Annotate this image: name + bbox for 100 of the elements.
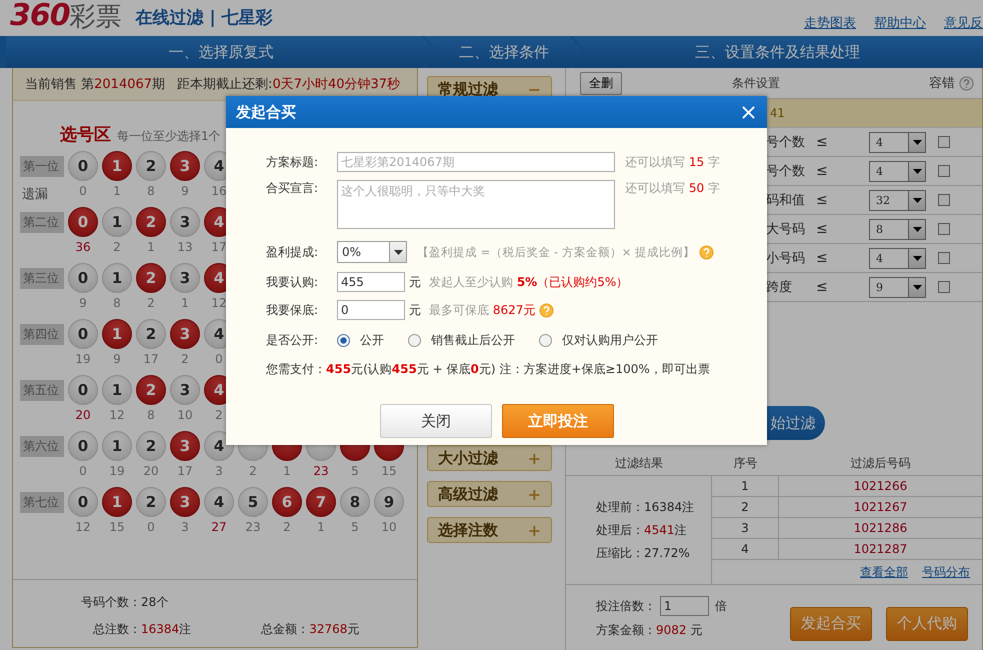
number-ball[interactable]: 1 (102, 207, 132, 237)
radio-button[interactable] (337, 334, 350, 347)
help-icon[interactable] (959, 76, 974, 90)
tolerance-checkbox[interactable] (938, 281, 950, 293)
dropdown-arrow-icon (394, 250, 402, 254)
number-ball[interactable]: 3 (170, 487, 200, 517)
number-ball[interactable]: 0 (68, 375, 98, 405)
value-select[interactable]: 4 (869, 160, 926, 182)
number-ball[interactable]: 1 (102, 487, 132, 517)
number-ball[interactable]: 0 (68, 487, 98, 517)
result-link[interactable]: 查看全部 (860, 564, 908, 580)
number-ball[interactable]: 2 (136, 375, 166, 405)
header-link[interactable]: 意见反 (944, 14, 983, 32)
section-title: 选号区 (60, 124, 111, 146)
miss-count: 17 (143, 352, 159, 366)
header-link[interactable]: 帮助中心 (874, 14, 926, 32)
radio-button[interactable] (408, 334, 421, 347)
number-ball[interactable]: 2 (136, 431, 166, 461)
number-ball[interactable]: 2 (136, 487, 166, 517)
value-select[interactable]: 4 (869, 132, 926, 152)
number-ball[interactable]: 4 (204, 487, 234, 517)
number-ball[interactable]: 8 (340, 487, 370, 517)
radio-button[interactable] (539, 334, 552, 347)
number-ball[interactable]: 1 (102, 431, 132, 461)
multiple-label: 投注倍数： (596, 598, 656, 614)
banner-text: 41 (770, 106, 784, 120)
subscribe-field[interactable]: 455 (337, 272, 405, 292)
stat-text: 处理前：16384注 (596, 498, 696, 516)
miss-count: 12 (211, 296, 227, 310)
dropdown-arrow-icon (912, 226, 922, 232)
number-ball[interactable]: 0 (68, 263, 98, 293)
tolerance-checkbox[interactable] (938, 252, 950, 264)
number-ball[interactable]: 3 (170, 431, 200, 461)
number-ball[interactable]: 2 (136, 151, 166, 181)
operator: ≤ (815, 250, 829, 266)
close-icon[interactable] (742, 106, 755, 118)
value-select[interactable]: 32 (869, 190, 926, 210)
number-ball[interactable]: 3 (170, 263, 200, 293)
number-ball[interactable]: 0 (68, 319, 98, 349)
number-ball[interactable]: 3 (170, 151, 200, 181)
field-label: 盈利提成: (266, 244, 320, 260)
number-ball[interactable]: 2 (136, 207, 166, 237)
commission-select[interactable]: 0% (337, 241, 407, 263)
tolerance-checkbox[interactable] (938, 223, 950, 235)
number-ball[interactable]: 0 (68, 151, 98, 181)
number-ball[interactable]: 2 (136, 263, 166, 293)
tolerance-checkbox[interactable] (938, 194, 950, 206)
slogan-field[interactable]: 这个人很聪明，只等中大奖 (337, 180, 615, 229)
number-ball[interactable]: 1 (102, 319, 132, 349)
number-ball[interactable]: 1 (102, 375, 132, 405)
formula-text: 【盈利提成 =（税后奖金 - 方案金额）× 提成比例】 (417, 244, 696, 260)
number-ball[interactable]: 7 (306, 487, 336, 517)
delete-all-button[interactable]: 全删 (580, 72, 622, 94)
condition-name: 小号码 (766, 250, 806, 267)
miss-count: 1 (283, 464, 291, 478)
number-ball[interactable]: 6 (272, 487, 302, 517)
help-icon[interactable] (539, 302, 554, 318)
tolerance-checkbox[interactable] (938, 136, 950, 148)
column-header: 条件设置 (732, 74, 780, 92)
number-ball[interactable]: 3 (170, 375, 200, 405)
miss-count: 12 (109, 408, 125, 422)
plan-title-field[interactable]: 七星彩第2014067期 (337, 152, 615, 172)
field-label: 是否公开: (266, 332, 320, 349)
number-ball[interactable]: 0 (68, 207, 98, 237)
guarantee-field[interactable]: 0 (337, 300, 405, 320)
number-ball[interactable]: 9 (374, 487, 404, 517)
tolerance-checkbox[interactable] (938, 165, 950, 177)
number-ball[interactable]: 5 (238, 487, 268, 517)
start-filter-button[interactable]: 始过滤 (765, 406, 825, 440)
miss-count: 9 (113, 352, 121, 366)
number-ball[interactable]: 1 (102, 151, 132, 181)
number-ball[interactable]: 1 (102, 263, 132, 293)
char-limit-hint: 还可以填写 50 字 (625, 180, 720, 197)
result-link[interactable]: 号码分布 (922, 564, 970, 580)
number-ball[interactable]: 3 (170, 319, 200, 349)
value-select[interactable]: 9 (869, 276, 926, 298)
header-link[interactable]: 走势图表 (804, 14, 856, 32)
dialog-title: 发起合买 (236, 102, 296, 122)
number-ball[interactable]: 3 (170, 207, 200, 237)
position-label: 第六位 (20, 436, 64, 457)
miss-count: 8 (147, 184, 155, 198)
dropdown-arrow-icon (912, 284, 922, 290)
help-icon[interactable] (699, 244, 714, 260)
miss-count: 2 (181, 352, 189, 366)
number-ball[interactable]: 2 (136, 319, 166, 349)
subscribe-hint: 发起人至少认购 5%（已认购约5%） (429, 274, 628, 290)
dialog-button[interactable]: 关闭 (380, 404, 492, 438)
value-select[interactable]: 4 (869, 248, 926, 268)
filter-group[interactable]: 选择注数 + (427, 517, 552, 543)
unit-label: 元 (409, 302, 421, 318)
operator: ≤ (815, 279, 829, 295)
number-count: 号码个数：28个 (81, 595, 168, 609)
number-ball[interactable]: 0 (68, 431, 98, 461)
multiple-field[interactable]: 1 (660, 596, 709, 616)
miss-count: 5 (351, 520, 359, 534)
filter-group[interactable]: 大小过滤 + (427, 445, 552, 471)
value-select[interactable]: 8 (869, 218, 926, 240)
total-amount: 总金额：32768元 (261, 621, 360, 638)
miss-count: 13 (177, 240, 193, 254)
filter-group[interactable]: 高级过滤 + (427, 481, 552, 507)
